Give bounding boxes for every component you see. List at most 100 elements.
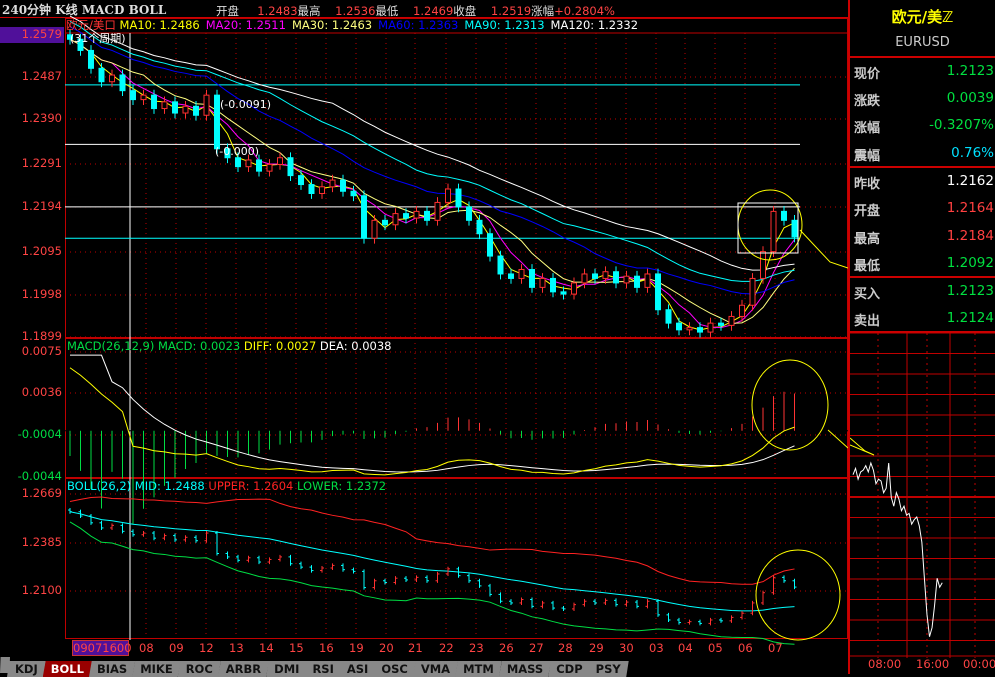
quote-value: 1.2164: [946, 200, 994, 216]
candle: [655, 268, 661, 316]
x-axis-date: 30: [619, 641, 634, 655]
candle-body: [749, 277, 756, 306]
x-axis-date: 14: [259, 641, 274, 655]
x-axis-date: 16: [319, 641, 334, 655]
tab-roc[interactable]: ROC: [177, 661, 221, 677]
candle: [550, 273, 556, 298]
candle-body: [130, 90, 136, 101]
candle-body: [361, 195, 367, 239]
x-axis-date: 15: [289, 641, 304, 655]
ohlc-bar: [603, 598, 608, 605]
ohlc-bar: [152, 530, 156, 541]
x-axis-date: 07: [768, 641, 783, 655]
quote-label: 卖出: [854, 314, 881, 329]
intraday-chart[interactable]: [850, 333, 995, 658]
tab-psy[interactable]: PSY: [587, 661, 629, 677]
ohlc-bar: [761, 590, 765, 605]
ohlc-bar: [330, 563, 335, 571]
x-axis-date: 27: [529, 641, 544, 655]
ohlc-bar: [561, 606, 566, 611]
x-axis-date: 26: [499, 641, 514, 655]
candle-body: [518, 268, 525, 279]
candle-body: [665, 309, 672, 324]
quote-panel: 欧元/美ℤ EURUSD 现价 1.2123 涨跌 0.0039 涨幅 -0.3207% 震…: [848, 0, 995, 674]
tab-kdj[interactable]: KDJ: [7, 661, 46, 677]
ma-line: [69, 15, 795, 271]
ohlc-bar: [435, 571, 440, 583]
quote-value: 1.2123: [946, 63, 994, 79]
quote-value: 1.2123: [946, 283, 994, 299]
candle-body: [434, 201, 441, 221]
quote-label: 最高: [854, 232, 881, 247]
ma-legend-item: MA30: 1.2463: [291, 18, 373, 32]
ohlc-bar: [141, 530, 146, 537]
candle: [319, 181, 325, 199]
candle-body: [350, 190, 357, 197]
quote-label: 现价: [854, 67, 881, 82]
tab-boll[interactable]: BOLL: [42, 661, 92, 677]
tab-osc[interactable]: OSC: [373, 661, 416, 677]
tab-mass[interactable]: MASS: [498, 661, 552, 677]
candle: [98, 62, 105, 88]
x-axis-date: 03: [649, 641, 664, 655]
candle-body: [287, 157, 294, 177]
candle-body: [581, 273, 588, 284]
ohlc-bar: [246, 555, 251, 563]
tab-mtm[interactable]: MTM: [455, 661, 502, 677]
ma-legend-item: MA20: 1.2511: [205, 18, 286, 32]
candle: [497, 250, 504, 280]
y-axis-label: 1.2291: [21, 156, 62, 170]
candle: [581, 268, 588, 289]
tab-dmi[interactable]: DMI: [266, 661, 308, 677]
tab-asi[interactable]: ASI: [338, 661, 377, 677]
quote-value: 1.2162: [946, 173, 994, 189]
intraday-line: [852, 461, 943, 637]
tab-cdp[interactable]: CDP: [548, 661, 591, 677]
ohlc-bar: [614, 598, 618, 607]
diff-line: [69, 367, 795, 476]
y-axis-label: 0.0036: [21, 385, 62, 399]
chart-canvas[interactable]: [0, 0, 848, 674]
y-axis-label: 1.1998: [21, 287, 62, 301]
x-axis-date: 04: [678, 641, 693, 655]
x-axis-date: 23: [469, 641, 484, 655]
ohlc-bar: [467, 573, 471, 583]
ma-legend-item: MA60: 1.2363: [378, 18, 459, 32]
ohlc-bar: [687, 619, 692, 625]
tab-vma[interactable]: VMA: [412, 661, 459, 677]
candle-body: [634, 275, 640, 288]
ohlc-bar: [530, 597, 534, 609]
tab-bias[interactable]: BIAS: [88, 661, 136, 677]
ohlc-bar: [666, 612, 671, 623]
candle: [434, 197, 441, 226]
ohlc-bar: [309, 565, 314, 573]
cursor-date: 09071600: [72, 640, 132, 656]
candle-body: [770, 210, 777, 253]
candle-body: [266, 163, 273, 172]
ohlc-bar: [582, 599, 587, 607]
annotation-arrow: [799, 229, 848, 269]
candle: [382, 214, 388, 231]
tab-arbr[interactable]: ARBR: [217, 661, 270, 677]
x-axis-date: 09: [169, 641, 184, 655]
tab-rsi[interactable]: RSI: [304, 661, 342, 677]
boll-upper-line: [69, 496, 795, 585]
candle-body: [403, 213, 409, 219]
ma-line: [69, 38, 795, 324]
annotation-arrow: [850, 437, 875, 456]
candle: [424, 206, 430, 226]
candle: [172, 96, 178, 119]
candle-body: [256, 159, 262, 172]
candle: [287, 152, 294, 181]
candle-body: [697, 327, 703, 333]
candle-body: [560, 291, 567, 295]
tab-mike[interactable]: MIKE: [132, 661, 181, 677]
annotation-arrow: [827, 429, 848, 449]
x-axis-date: 20: [379, 641, 394, 655]
candle-body: [686, 327, 693, 331]
quote-value: 1.2092: [946, 255, 994, 271]
candle: [361, 190, 367, 244]
intraday-time-label: 08:00: [868, 657, 902, 671]
candle-body: [98, 67, 105, 83]
annotation-circle: [751, 359, 829, 451]
